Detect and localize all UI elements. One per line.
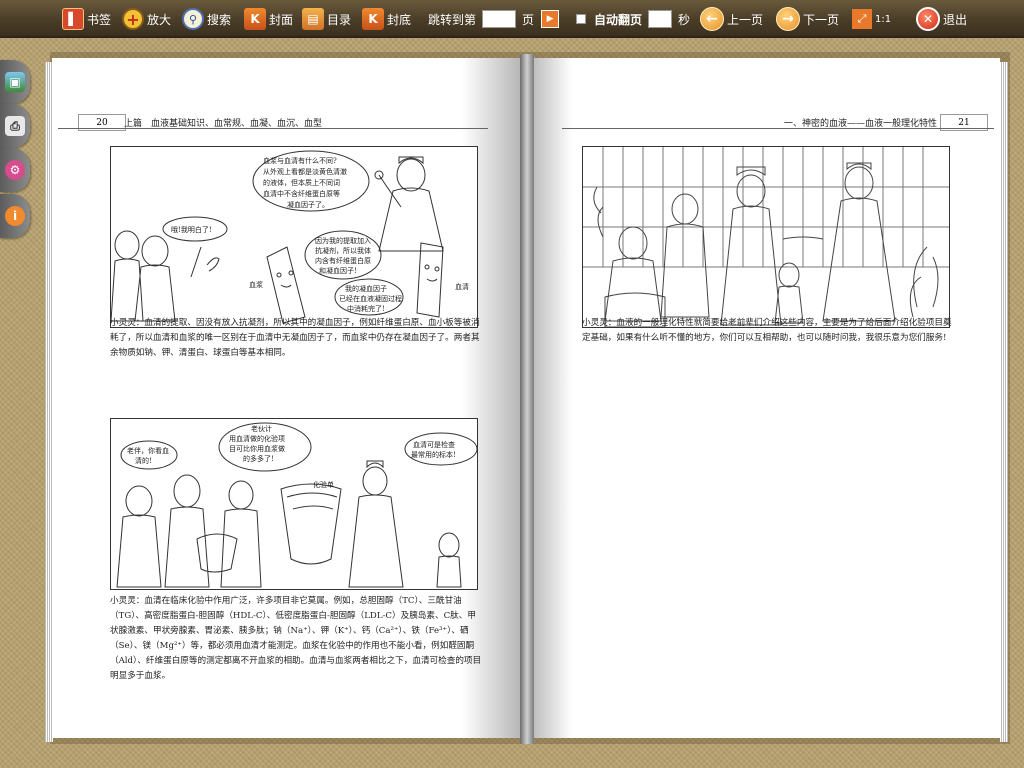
exit-label: 退出: [943, 12, 968, 27]
arrow-right-icon: →: [776, 7, 800, 31]
exit-button[interactable]: ✕ 退出: [916, 5, 967, 33]
comic-panel-greeting: [582, 146, 950, 328]
bubble-serum-line-2: 已经在血液凝固过程: [339, 294, 402, 303]
zoom-in-icon: +: [122, 8, 144, 30]
prev-page-button[interactable]: ← 上一页: [700, 5, 763, 33]
back-cover-button[interactable]: K 封底: [362, 5, 411, 33]
bubble-doctor-line-3: 的液体，但本质上不同词: [263, 178, 340, 187]
fit-size-icon: ⤢: [852, 9, 872, 29]
contents-button[interactable]: ▤ 目录: [302, 5, 351, 33]
bubble-serum-line-3: 中消耗完了!: [347, 304, 385, 313]
comic-illustration-1: 血浆与血清有什么不同? 从外观上看都是淡黄色清澈 的液体，但本质上不同词 血清中…: [111, 150, 469, 324]
side-tab-thumbnails[interactable]: ▣: [0, 60, 30, 104]
contents-label: 目录: [327, 12, 352, 27]
info-icon: i: [5, 206, 25, 226]
label-plasma: 血浆: [249, 280, 263, 289]
image-icon: ▣: [5, 72, 25, 92]
page-number-input[interactable]: [482, 10, 517, 28]
bookmark-icon: ▌: [62, 8, 84, 30]
book-spine: [520, 54, 534, 744]
search-label: 搜索: [207, 12, 232, 27]
bubble-center-line-3: 目可比你用血浆做: [229, 444, 285, 453]
bubble-plasma-line-1: 因为我的提取加入: [315, 236, 371, 245]
next-page-button[interactable]: → 下一页: [776, 5, 839, 33]
bubble-old-line-1: 老伴，你看血: [127, 446, 169, 455]
bubble-plasma-line-3: 内含有纤维蛋白原: [315, 256, 371, 265]
bubble-center-line-1: 老伙计: [251, 424, 272, 433]
go-icon[interactable]: ▶: [541, 10, 560, 28]
bubble-doctor-line-1: 血浆与血清有什么不同?: [263, 156, 337, 165]
bubble-doctor-line-4: 血清中不含纤维蛋白原等: [263, 189, 340, 198]
bubble-plasma-line-4: 和凝血因子!: [319, 266, 357, 275]
auto-flip: 自动翻页 秒: [576, 5, 690, 33]
search-button[interactable]: ⚲ 搜索: [182, 5, 231, 33]
side-tab-info[interactable]: i: [0, 194, 30, 238]
lab-report-label: 化验单: [313, 480, 334, 489]
side-tab-print[interactable]: ⎙: [0, 104, 30, 148]
caption-1: 小灵灵：血清的提取、因没有放入抗凝剂，所以其中的凝血因子，例如纤维蛋白原、血小板…: [110, 318, 480, 358]
side-tab-settings[interactable]: ⚙: [0, 148, 30, 192]
left-page: 20 上篇 血液基础知识、血常规、血凝、血沉、血型 血浆与血清有什么不同? 从外…: [52, 58, 522, 738]
label-serum: 血清: [455, 282, 469, 291]
flip-seconds-input[interactable]: [648, 10, 673, 28]
jump-prefix-label: 跳转到第: [428, 12, 477, 27]
zoom-label: 放大: [147, 12, 172, 27]
comic-illustration-3: [583, 147, 949, 327]
bubble-center-line-4: 的多多了!: [243, 454, 274, 463]
caption-3: 小灵灵：血液的一般理化特性就简要给老前辈们介绍这些内容，主要是为了给后面介绍化验…: [582, 318, 952, 343]
cover-icon: K: [244, 8, 266, 30]
bubble-doctor-2-line-1: 血清可是检查: [413, 440, 455, 449]
ratio-label: 1:1: [875, 13, 892, 25]
comic-illustration-2: 老伴，你看血 清的! 老伙计 用血清做的化验项 目可比你用血浆做 的多多了! 血…: [116, 422, 477, 588]
close-icon: ✕: [916, 7, 940, 31]
back-cover-label: 封底: [387, 12, 412, 27]
actual-size-button[interactable]: ⤢ 1:1: [852, 5, 891, 33]
comic-panel-lab-tests: 老伴，你看血 清的! 老伙计 用血清做的化验项 目可比你用血浆做 的多多了! 血…: [110, 418, 478, 590]
bubble-serum-line-1: 我的凝血因子: [345, 284, 387, 293]
bubble-center-line-2: 用血清做的化验项: [229, 434, 285, 443]
bubble-doctor-line-5: 凝血因子了。: [287, 200, 329, 209]
seconds-label: 秒: [678, 12, 691, 27]
cover-button[interactable]: K 封面: [244, 5, 293, 33]
arrow-left-icon: ←: [700, 7, 724, 31]
caption-2: 小灵灵：血清在临床化验中作用广泛，许多项目非它莫属。例如，总胆固醇（TC）、三酰…: [110, 596, 482, 681]
bookmark-button[interactable]: ▌ 书签: [62, 5, 111, 33]
print-icon: ⎙: [5, 116, 25, 136]
comic-panel-plasma-serum: 血浆与血清有什么不同? 从外观上看都是淡黄色清澈 的液体，但本质上不同词 血清中…: [110, 146, 478, 328]
jump-suffix-label: 页: [522, 12, 535, 27]
bubble-old-line-2: 清的!: [135, 456, 152, 465]
bookmark-label: 书签: [87, 12, 112, 27]
bubble-family: 哦!我明白了!: [171, 225, 212, 234]
contents-icon: ▤: [302, 8, 324, 30]
cover-label: 封面: [269, 12, 294, 27]
search-icon: ⚲: [182, 8, 204, 30]
auto-flip-label: 自动翻页: [594, 12, 643, 27]
right-page-edges: [1000, 62, 1008, 742]
page-jump: 跳转到第 页 ▶: [428, 5, 560, 33]
next-page-label: 下一页: [803, 12, 840, 27]
reader-toolbar: ▌ 书签 + 放大 ⚲ 搜索 K 封面 ▤ 目录 K 封底 跳转到第 页 ▶ 自…: [0, 0, 1024, 38]
bubble-doctor-2-line-2: 最常用的标本!: [411, 450, 456, 459]
prev-page-label: 上一页: [727, 12, 764, 27]
bubble-plasma-line-2: 抗凝剂，所以我体: [315, 246, 371, 255]
right-page: 一、神密的血液——血液一般理化特性 21 小灵灵：血液的一般理化特性就简要给老前…: [532, 58, 1000, 738]
back-cover-icon: K: [362, 8, 384, 30]
zoom-button[interactable]: + 放大: [122, 5, 171, 33]
settings-icon: ⚙: [5, 160, 25, 180]
auto-flip-checkbox[interactable]: [576, 14, 586, 24]
bubble-doctor-line-2: 从外观上看都是淡黄色清澈: [263, 167, 347, 176]
